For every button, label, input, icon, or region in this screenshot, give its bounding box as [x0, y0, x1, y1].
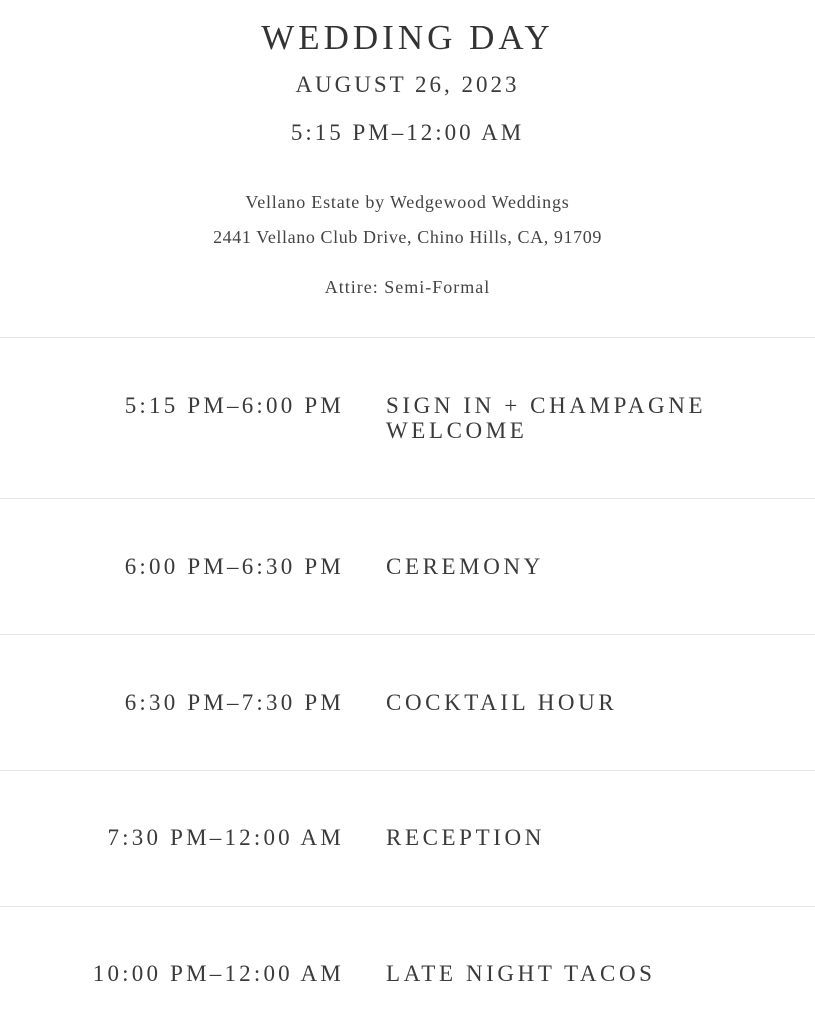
- schedule-item: 6:30 PM–7:30 PM COCKTAIL HOUR: [0, 635, 815, 770]
- schedule-item-title: RECEPTION: [386, 825, 545, 850]
- event-time-range: 5:15 PM–12:00 AM: [290, 120, 525, 145]
- schedule-item-title: SIGN IN + CHAMPAGNE WELCOME: [386, 393, 707, 443]
- event-date: AUGUST 26, 2023: [295, 72, 520, 97]
- schedule-item: 7:30 PM–12:00 AM RECEPTION: [0, 771, 815, 906]
- schedule-item-title: COCKTAIL HOUR: [386, 690, 618, 715]
- schedule-item-time: 10:00 PM–12:00 AM: [92, 961, 344, 986]
- schedule-item-time: 7:30 PM–12:00 AM: [107, 825, 344, 850]
- schedule-item-title: LATE NIGHT TACOS: [386, 961, 656, 986]
- schedule-item-title: CEREMONY: [386, 554, 544, 579]
- schedule-item: 6:00 PM–6:30 PM CEREMONY: [0, 499, 815, 634]
- venue-name: Vellano Estate by Wedgewood Weddings: [245, 192, 570, 212]
- schedule-item-time: 5:15 PM–6:00 PM: [124, 393, 344, 418]
- schedule-item: 10:00 PM–12:00 AM LATE NIGHT TACOS: [0, 907, 815, 1012]
- schedule-item-time: 6:00 PM–6:30 PM: [124, 554, 344, 579]
- attire-note: Attire: Semi-Formal: [324, 277, 491, 297]
- schedule-item-time: 6:30 PM–7:30 PM: [124, 690, 344, 715]
- schedule-item: 5:15 PM–6:00 PM SIGN IN + CHAMPAGNE WELC…: [0, 338, 815, 498]
- page-title: WEDDING DAY: [261, 18, 554, 57]
- venue-address: 2441 Vellano Club Drive, Chino Hills, CA…: [213, 227, 602, 247]
- event-header: WEDDING DAY AUGUST 26, 2023 5:15 PM–12:0…: [0, 0, 815, 338]
